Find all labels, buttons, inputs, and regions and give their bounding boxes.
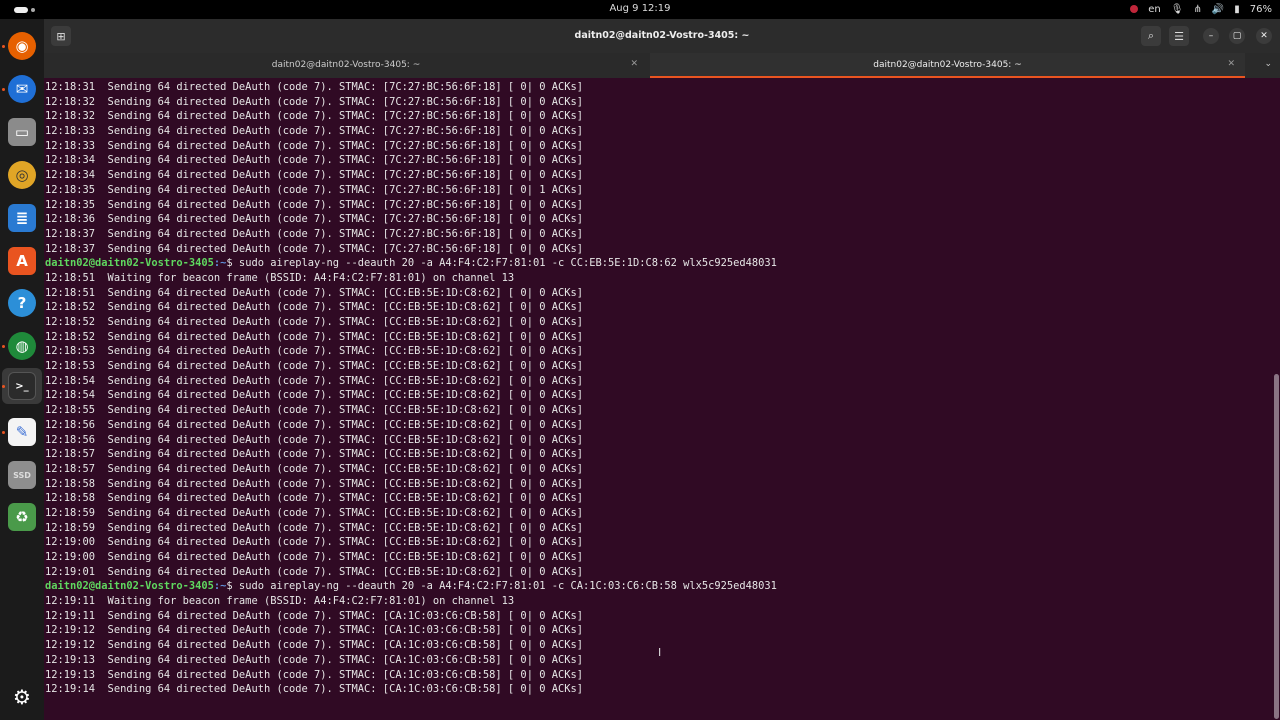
ssd-icon[interactable]: SSD	[8, 461, 36, 489]
output-line: 12:18:52 Sending 64 directed DeAuth (cod…	[45, 330, 583, 343]
menu-button[interactable]: ☰	[1169, 26, 1189, 46]
running-indicator	[2, 45, 5, 48]
files-icon[interactable]: ▭	[8, 118, 36, 146]
output-line: 12:18:58 Sending 64 directed DeAuth (cod…	[45, 492, 583, 505]
prompt-user: daitn02@daitn02-Vostro-3405	[45, 257, 214, 270]
output-line: 12:19:13 Sending 64 directed DeAuth (cod…	[45, 668, 583, 681]
scrollbar[interactable]	[1274, 374, 1279, 719]
output-line: 12:18:56 Sending 64 directed DeAuth (cod…	[45, 418, 583, 431]
output-line: 12:18:57 Sending 64 directed DeAuth (cod…	[45, 448, 583, 461]
tab-label: daitn02@daitn02-Vostro-3405: ~	[873, 60, 1022, 70]
prompt-line: daitn02@daitn02-Vostro-3405:~$ sudo aire…	[44, 579, 1280, 594]
output-line: 12:19:11 Sending 64 directed DeAuth (cod…	[45, 609, 583, 622]
output-line: 12:18:57 Sending 64 directed DeAuth (cod…	[45, 462, 583, 475]
output-line: 12:18:35 Sending 64 directed DeAuth (cod…	[45, 183, 583, 196]
help-icon[interactable]: ?	[8, 289, 36, 317]
output-line: 12:18:51 Sending 64 directed DeAuth (cod…	[45, 286, 583, 299]
output-line: 12:18:53 Sending 64 directed DeAuth (cod…	[45, 360, 583, 373]
writer-icon[interactable]: ≣	[8, 204, 36, 232]
prompt-line: daitn02@daitn02-Vostro-3405:~$ sudo aire…	[44, 256, 1280, 271]
screen-record-icon[interactable]	[1130, 5, 1139, 13]
output-line: 12:18:58 Sending 64 directed DeAuth (cod…	[45, 477, 583, 490]
output-line: 12:19:00 Sending 64 directed DeAuth (cod…	[45, 536, 583, 549]
tab-2[interactable]: daitn02@daitn02-Vostro-3405: ~ ✕	[650, 53, 1245, 78]
output-line: 12:19:01 Sending 64 directed DeAuth (cod…	[45, 565, 583, 578]
trash-icon[interactable]: ♻	[8, 503, 36, 531]
language-indicator[interactable]: en	[1148, 4, 1161, 15]
volume-icon: 🔊	[1211, 3, 1225, 15]
output-line: 12:18:36 Sending 64 directed DeAuth (cod…	[45, 213, 583, 226]
output-line: 12:18:52 Sending 64 directed DeAuth (cod…	[45, 301, 583, 314]
output-line: 12:19:14 Sending 64 directed DeAuth (cod…	[45, 683, 583, 696]
header-bar: ⊞ daitn02@daitn02-Vostro-3405: ~ ⌕ ☰ – ▢…	[44, 19, 1280, 53]
terminal-content[interactable]: 12:18:31 Sending 64 directed DeAuth (cod…	[44, 78, 1280, 720]
output-line: 12:19:11 Waiting for beacon frame (BSSID…	[45, 595, 515, 608]
close-button[interactable]: ✕	[1256, 28, 1272, 44]
terminal-icon[interactable]: >_	[8, 372, 36, 400]
output-line: 12:18:32 Sending 64 directed DeAuth (cod…	[45, 110, 583, 123]
tab-bar: daitn02@daitn02-Vostro-3405: ~ ✕ daitn02…	[44, 53, 1280, 78]
tab-1[interactable]: daitn02@daitn02-Vostro-3405: ~ ✕	[44, 53, 648, 78]
text-editor-icon[interactable]: ✎	[8, 418, 36, 446]
tab-label: daitn02@daitn02-Vostro-3405: ~	[271, 60, 421, 70]
output-line: 12:19:00 Sending 64 directed DeAuth (cod…	[45, 551, 583, 563]
output-line: 12:18:59 Sending 64 directed DeAuth (cod…	[45, 521, 583, 534]
output-line: 12:18:34 Sending 64 directed DeAuth (cod…	[45, 154, 583, 167]
running-indicator	[2, 345, 5, 348]
tab-close-icon[interactable]: ✕	[1227, 59, 1235, 69]
running-indicator	[2, 88, 5, 91]
output-line: 12:18:59 Sending 64 directed DeAuth (cod…	[45, 506, 583, 519]
system-tray[interactable]: en 🎙 ⋔ 🔊 ▮ 76%	[1130, 2, 1272, 16]
running-indicator	[2, 385, 5, 388]
output-line: 12:18:35 Sending 64 directed DeAuth (cod…	[45, 198, 583, 211]
output-line: 12:18:55 Sending 64 directed DeAuth (cod…	[45, 404, 583, 417]
output-line: 12:18:33 Sending 64 directed DeAuth (cod…	[45, 125, 583, 138]
running-indicator	[2, 431, 5, 434]
command-text: $ sudo aireplay-ng --deauth 20 -a A4:F4:…	[226, 257, 777, 270]
show-apps-icon[interactable]: ⚙	[8, 683, 36, 711]
tab-list-chevron-down-icon[interactable]: ⌄	[1264, 59, 1272, 69]
firefox-icon[interactable]: ◉	[8, 32, 36, 60]
microphone-icon: 🎙	[1170, 3, 1184, 15]
dock: ◉ ✉ ▭ ◎ ≣ A ? ◍ >_ ✎ SSD ♻ ⚙	[0, 19, 44, 720]
top-bar: Aug 9 12:19 en 🎙 ⋔ 🔊 ▮ 76%	[0, 0, 1280, 19]
browser-icon[interactable]: ◍	[8, 332, 36, 360]
output-line: 12:19:12 Sending 64 directed DeAuth (cod…	[45, 624, 583, 637]
prompt-path: :~	[213, 580, 227, 593]
output-line: 12:18:54 Sending 64 directed DeAuth (cod…	[45, 389, 583, 402]
battery-icon: ▮	[1234, 3, 1240, 15]
output-line: 12:18:37 Sending 64 directed DeAuth (cod…	[45, 227, 583, 240]
app-center-icon[interactable]: A	[8, 247, 36, 275]
thunderbird-icon[interactable]: ✉	[8, 75, 36, 103]
maximize-button[interactable]: ▢	[1229, 28, 1245, 44]
battery-percentage: 76%	[1249, 3, 1272, 15]
output-line: 12:18:37 Sending 64 directed DeAuth (cod…	[45, 242, 583, 255]
output-line: 12:18:56 Sending 64 directed DeAuth (cod…	[45, 433, 583, 446]
command-text: $ sudo aireplay-ng --deauth 20 -a A4:F4:…	[226, 580, 777, 593]
prompt-path: :~	[213, 257, 227, 270]
output-line: 12:18:32 Sending 64 directed DeAuth (cod…	[45, 95, 583, 108]
window-title: daitn02@daitn02-Vostro-3405: ~	[574, 30, 750, 41]
network-icon: ⋔	[1193, 3, 1202, 15]
output-line: 12:18:53 Sending 64 directed DeAuth (cod…	[45, 345, 583, 358]
minimize-button[interactable]: –	[1203, 28, 1219, 44]
output-line: 12:18:52 Sending 64 directed DeAuth (cod…	[45, 316, 583, 328]
text-cursor-icon: I	[658, 646, 662, 659]
output-line: 12:18:33 Sending 64 directed DeAuth (cod…	[45, 139, 583, 152]
output-line: 12:18:34 Sending 64 directed DeAuth (cod…	[45, 169, 583, 182]
prompt-user: daitn02@daitn02-Vostro-3405	[45, 580, 214, 593]
output-line: 12:18:31 Sending 64 directed DeAuth (cod…	[45, 81, 583, 93]
clock[interactable]: Aug 9 12:19	[0, 3, 1280, 14]
search-button[interactable]: ⌕	[1141, 26, 1161, 46]
tab-close-icon[interactable]: ✕	[630, 59, 638, 69]
output-line: 12:18:54 Sending 64 directed DeAuth (cod…	[45, 374, 583, 387]
rhythmbox-icon[interactable]: ◎	[8, 161, 36, 189]
terminal-window: ⊞ daitn02@daitn02-Vostro-3405: ~ ⌕ ☰ – ▢…	[44, 19, 1280, 720]
output-line: 12:18:51 Waiting for beacon frame (BSSID…	[45, 271, 515, 284]
